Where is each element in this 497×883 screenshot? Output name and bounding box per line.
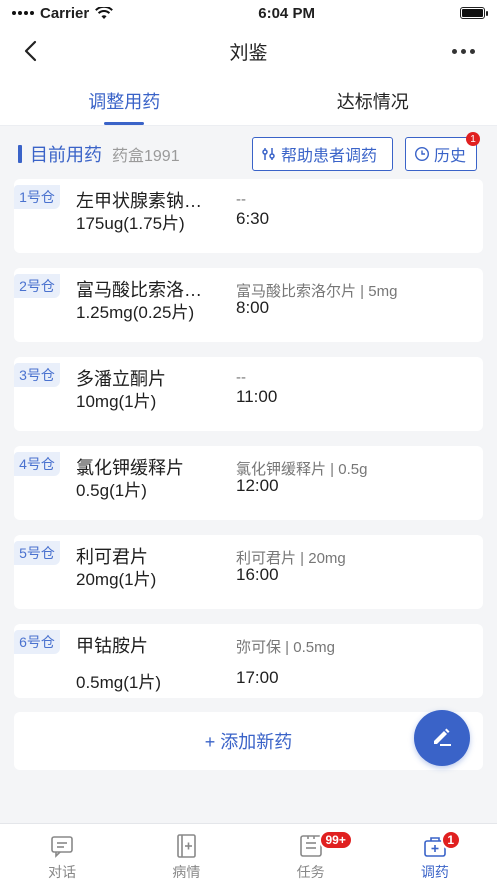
drug-time: 17:00 [236,668,279,687]
drug-dose: 20mg(1片) [76,570,157,589]
clock-icon [414,146,430,162]
carrier-label: Carrier [40,4,90,22]
medication-card[interactable]: 1号仓 左甲状腺素钠… 175ug(1.75片) -- 6:30 [14,179,483,253]
tabbar-label: 调药 [420,864,449,880]
chat-icon [51,836,73,858]
status-left: Carrier [12,4,114,22]
more-icon[interactable] [452,49,475,54]
medication-card[interactable]: 6号仓 甲钴胺片 0.5mg(1片) 弥可保 | 0.5mg 17:00 [14,624,483,698]
drug-dose: 0.5mg(1片) [76,673,162,692]
tabbar-item-condition[interactable]: 病情 [124,824,248,883]
drug-time: 6:30 [236,209,270,228]
status-bar: Carrier 6:04 PM [0,0,497,26]
back-icon[interactable] [20,39,44,63]
drug-time: 8:00 [236,298,270,317]
section-accent-bar [18,145,22,163]
add-medication-button[interactable]: + 添加新药 [14,712,483,770]
slot-tag: 6号仓 [14,630,60,654]
section-title: 目前用药 [30,145,102,165]
help-patient-adjust-button[interactable]: 帮助患者调药 [252,137,393,171]
segment-tabs: 调整用药 达标情况 [0,76,497,126]
slot-tag: 4号仓 [14,452,60,476]
medication-card[interactable]: 2号仓 富马酸比索洛… 1.25mg(0.25片) 富马酸比索洛尔片 | 5mg… [14,268,483,342]
medication-badge: 1 [440,830,461,850]
add-medication-label: + 添加新药 [204,732,293,752]
slot-tag: 1号仓 [14,185,60,209]
status-time: 6:04 PM [258,4,315,22]
drug-time: 16:00 [236,565,279,584]
history-button[interactable]: 历史 1 [405,132,480,171]
tab-adjust-medication[interactable]: 调整用药 [0,76,249,125]
medical-record-icon [177,834,197,858]
tabbar-item-chat[interactable]: 对话 [0,824,124,883]
drug-dose: 175ug(1.75片) [76,214,185,233]
drug-dose: 10mg(1片) [76,392,157,411]
slot-tag: 5号仓 [14,541,60,565]
drug-brand: -- [236,191,246,208]
tabbar-label: 对话 [48,864,77,880]
signal-icon [12,11,34,15]
drug-brand: 弥可保 | 0.5mg [236,639,335,656]
edit-icon [434,728,451,746]
history-badge: 1 [466,132,480,146]
tabbar-item-task[interactable]: 任务 99+ [249,824,373,883]
current-medication-header: 目前用药 药盒1991 帮助患者调药 历史 1 [0,132,497,174]
page-title: 刘鉴 [229,42,268,64]
edit-fab-button[interactable] [414,710,470,766]
medication-card[interactable]: 4号仓 氯化钾缓释片 0.5g(1片) 氯化钾缓释片 | 0.5g 12:00 [14,446,483,520]
drug-dose: 1.25mg(0.25片) [76,303,195,322]
drug-time: 12:00 [236,476,279,495]
wifi-icon [95,6,114,19]
adjust-icon [262,148,275,160]
nav-bar: 刘鉴 [0,26,497,76]
slot-tag: 3号仓 [14,363,60,387]
tabbar-label: 病情 [172,864,201,880]
tabbar-item-medication[interactable]: 调药 1 [373,824,497,883]
tab-target-status[interactable]: 达标情况 [249,76,497,125]
drug-dose: 0.5g(1片) [76,481,147,500]
drug-brand: -- [236,369,246,386]
help-patient-adjust-label: 帮助患者调药 [281,148,378,165]
tabbar-label: 任务 [296,864,325,880]
pillbox-id: 药盒1991 [112,148,180,165]
task-badge: 99+ [318,830,353,850]
drug-time: 11:00 [236,387,278,406]
drug-name: 甲钴胺片 [76,636,148,656]
medication-card[interactable]: 5号仓 利可君片 20mg(1片) 利可君片 | 20mg 16:00 [14,535,483,609]
bottom-tab-bar: 对话 病情 任务 99+ 调药 1 [0,823,497,883]
history-label: 历史 [434,148,467,165]
battery-icon [460,7,488,19]
medication-card[interactable]: 3号仓 多潘立酮片 10mg(1片) -- 11:00 [14,357,483,431]
slot-tag: 2号仓 [14,274,60,298]
